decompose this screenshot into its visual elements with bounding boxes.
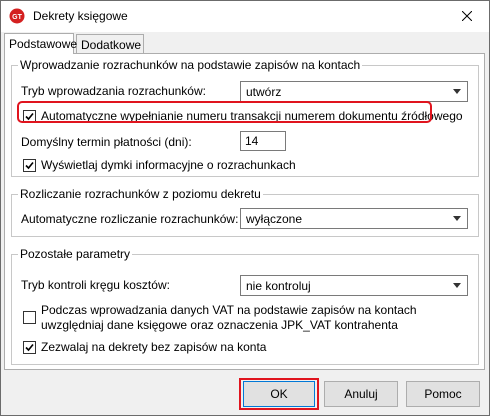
checkmark-icon	[25, 343, 34, 352]
cost-control-label: Tryb kontroli kręgu kosztów:	[21, 278, 170, 292]
chevron-down-icon	[453, 283, 461, 288]
vat-checkbox[interactable]	[23, 311, 36, 324]
allow-empty-checkbox[interactable]	[23, 341, 36, 354]
chevron-down-icon	[453, 216, 461, 221]
cancel-button[interactable]: Anuluj	[324, 381, 398, 407]
cancel-button-label: Anuluj	[344, 387, 378, 401]
tab-panel: Wprowadzanie rozrachunków na podstawie z…	[4, 53, 485, 370]
tooltips-checkbox[interactable]	[23, 159, 36, 172]
tab-label: Dodatkowe	[81, 38, 142, 52]
dialog-window: GT Dekrety księgowe Podstawowe Dodatkowe…	[0, 0, 490, 416]
term-input-value: 14	[245, 134, 259, 148]
ok-button-label: OK	[270, 387, 288, 401]
app-logo-icon: GT	[9, 8, 25, 24]
group-title: Wprowadzanie rozrachunków na podstawie z…	[18, 58, 363, 72]
group-pozostale: Pozostałe parametry Tryb kontroli kręgu …	[11, 247, 479, 365]
close-button[interactable]	[444, 1, 489, 32]
auto-number-highlight	[17, 101, 432, 123]
tab-podstawowe[interactable]: Podstawowe	[4, 33, 78, 54]
term-label: Domyślny termin płatności (dni):	[21, 135, 192, 149]
mode-select[interactable]: utwórz	[240, 81, 468, 102]
close-icon	[461, 10, 472, 24]
auto-settle-label: Automatyczne rozliczanie rozrachunków:	[21, 212, 239, 226]
vat-label-line1[interactable]: Podczas wprowadzania danych VAT na podst…	[41, 303, 417, 317]
auto-settle-select[interactable]: wyłączone	[240, 208, 468, 229]
svg-text:GT: GT	[12, 14, 22, 21]
ok-button[interactable]: OK	[243, 381, 315, 407]
auto-settle-select-value: wyłączone	[246, 212, 303, 226]
group-title: Pozostałe parametry	[18, 247, 133, 261]
tab-label: Podstawowe	[9, 37, 78, 51]
group-rozliczanie: Rozliczanie rozrachunków z poziomu dekre…	[11, 187, 479, 237]
vat-label-line2[interactable]: uwzględniaj dane księgowe oraz oznaczeni…	[41, 318, 398, 332]
tooltips-label[interactable]: Wyświetlaj dymki informacyjne o rozrachu…	[41, 158, 296, 172]
help-button[interactable]: Pomoc	[406, 381, 480, 407]
window-title: Dekrety księgowe	[33, 9, 128, 23]
help-button-label: Pomoc	[424, 387, 462, 401]
allow-empty-label[interactable]: Zezwalaj na dekrety bez zapisów na konta	[41, 340, 266, 354]
term-input[interactable]: 14	[240, 131, 286, 151]
cost-control-select-value: nie kontroluj	[246, 279, 311, 293]
mode-label: Tryb wprowadzania rozrachunków:	[21, 84, 206, 98]
cost-control-select[interactable]: nie kontroluj	[240, 275, 468, 296]
chevron-down-icon	[453, 89, 461, 94]
title-bar[interactable]: GT Dekrety księgowe	[1, 1, 489, 32]
checkmark-icon	[25, 161, 34, 170]
mode-select-value: utwórz	[246, 85, 282, 99]
group-title: Rozliczanie rozrachunków z poziomu dekre…	[18, 187, 263, 201]
tab-dodatkowe[interactable]: Dodatkowe	[76, 34, 144, 53]
